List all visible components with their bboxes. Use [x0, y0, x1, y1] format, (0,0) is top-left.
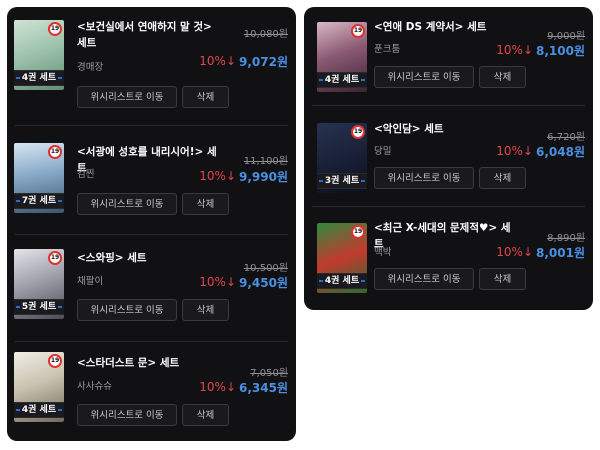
item-author: 당밀 [374, 146, 392, 157]
sale-price: 9,450원 [239, 276, 288, 290]
cart-item: 19 7권 세트 <서광에 성호를 내리시어!> 세트 김찐 11,100원 1… [7, 126, 296, 234]
delete-button[interactable]: 삭제 [479, 268, 526, 290]
cart-panel-right: 19 4권 세트 <연애 DS 계약서> 세트 푼크툼 9,000원 10%↓ … [304, 7, 593, 310]
item-title[interactable]: <스와핑> 세트 [77, 250, 217, 266]
age-19-icon: 19 [351, 24, 365, 38]
item-author: 맥박 [374, 247, 392, 258]
discount-rate: 10%↓ [199, 169, 236, 183]
sale-price: 8,001원 [536, 246, 585, 260]
cart-item: 19 5권 세트 <스와핑> 세트 채팔이 10,500원 10%↓ 9,450… [7, 235, 296, 343]
set-count-badge: 5권 세트 [14, 299, 64, 315]
age-19-icon: 19 [48, 354, 62, 368]
set-count-badge: 7권 세트 [14, 193, 64, 209]
item-title[interactable]: <연애 DS 계약서> 세트 [374, 19, 514, 35]
discount-rate: 10%↓ [496, 43, 533, 57]
discount-rate: 10%↓ [199, 380, 236, 394]
original-price: 6,720원 [547, 132, 585, 143]
discount-rate: 10%↓ [199, 54, 236, 68]
cart-item: 19 4권 세트 <연애 DS 계약서> 세트 푼크툼 9,000원 10%↓ … [304, 7, 593, 105]
set-count-badge: 4권 세트 [14, 402, 64, 418]
age-19-icon: 19 [351, 225, 365, 239]
delete-button[interactable]: 삭제 [479, 66, 526, 88]
set-count-badge: 4권 세트 [14, 70, 64, 86]
book-cover[interactable]: 19 4권 세트 [317, 22, 367, 92]
item-title[interactable]: <악인담> 세트 [374, 121, 514, 137]
set-count-badge: 4권 세트 [317, 273, 367, 289]
book-cover[interactable]: 19 3권 세트 [317, 123, 367, 193]
cart-panel-left: 19 4권 세트 <보건실에서 연애하지 말 것> 세트 경매장 10,080원… [7, 7, 296, 441]
age-19-icon: 19 [48, 251, 62, 265]
sale-price: 6,345원 [239, 381, 288, 395]
item-title[interactable]: <보건실에서 연애하지 말 것> 세트 [77, 19, 217, 51]
original-price: 10,500원 [243, 263, 288, 274]
book-cover[interactable]: 19 4권 세트 [14, 352, 64, 422]
original-price: 8,890원 [547, 233, 585, 244]
discount-rate: 10%↓ [496, 144, 533, 158]
set-count-badge: 3권 세트 [317, 173, 367, 189]
cart-item: 19 4권 세트 <보건실에서 연애하지 말 것> 세트 경매장 10,080원… [7, 7, 296, 115]
sale-price: 8,100원 [536, 44, 585, 58]
delete-button[interactable]: 삭제 [182, 404, 229, 426]
book-cover[interactable]: 19 4권 세트 [317, 223, 367, 293]
cart-item: 19 3권 세트 <악인담> 세트 당밀 6,720원 10%↓ 6,048원 … [304, 106, 593, 206]
item-title[interactable]: <스타더스트 문> 세트 [77, 355, 217, 371]
item-title[interactable]: <서광에 성호를 내리시어!> 세트 [77, 144, 217, 176]
delete-button[interactable]: 삭제 [182, 193, 229, 215]
delete-button[interactable]: 삭제 [182, 299, 229, 321]
original-price: 7,050원 [250, 368, 288, 379]
move-to-wishlist-button[interactable]: 위시리스트로 이동 [77, 193, 177, 215]
original-price: 10,080원 [243, 29, 288, 40]
item-author: 사사슈슈 [77, 381, 112, 392]
move-to-wishlist-button[interactable]: 위시리스트로 이동 [77, 299, 177, 321]
move-to-wishlist-button[interactable]: 위시리스트로 이동 [374, 167, 474, 189]
delete-button[interactable]: 삭제 [479, 167, 526, 189]
item-author: 푼크툼 [374, 44, 401, 55]
book-cover[interactable]: 19 7권 세트 [14, 143, 64, 213]
item-author: 경매장 [77, 62, 104, 73]
move-to-wishlist-button[interactable]: 위시리스트로 이동 [374, 268, 474, 290]
age-19-icon: 19 [48, 145, 62, 159]
original-price: 11,100원 [243, 156, 288, 167]
sale-price: 9,072원 [239, 55, 288, 69]
item-author: 채팔이 [77, 276, 104, 287]
book-cover[interactable]: 19 4권 세트 [14, 20, 64, 90]
age-19-icon: 19 [48, 22, 62, 36]
item-title[interactable]: <최근 X-세대의 문제적♥> 세트 [374, 220, 514, 252]
discount-rate: 10%↓ [496, 245, 533, 259]
original-price: 9,000원 [547, 31, 585, 42]
delete-button[interactable]: 삭제 [182, 86, 229, 108]
move-to-wishlist-button[interactable]: 위시리스트로 이동 [77, 86, 177, 108]
move-to-wishlist-button[interactable]: 위시리스트로 이동 [77, 404, 177, 426]
cart-item: 19 4권 세트 <최근 X-세대의 문제적♥> 세트 맥박 8,890원 10… [304, 207, 593, 310]
sale-price: 9,990원 [239, 170, 288, 184]
sale-price: 6,048원 [536, 145, 585, 159]
set-count-badge: 4권 세트 [317, 72, 367, 88]
move-to-wishlist-button[interactable]: 위시리스트로 이동 [374, 66, 474, 88]
cart-item: 19 4권 세트 <스타더스트 문> 세트 사사슈슈 7,050원 10%↓ 6… [7, 342, 296, 441]
discount-rate: 10%↓ [199, 275, 236, 289]
book-cover[interactable]: 19 5권 세트 [14, 249, 64, 319]
age-19-icon: 19 [351, 125, 365, 139]
item-author: 김찐 [77, 169, 95, 180]
